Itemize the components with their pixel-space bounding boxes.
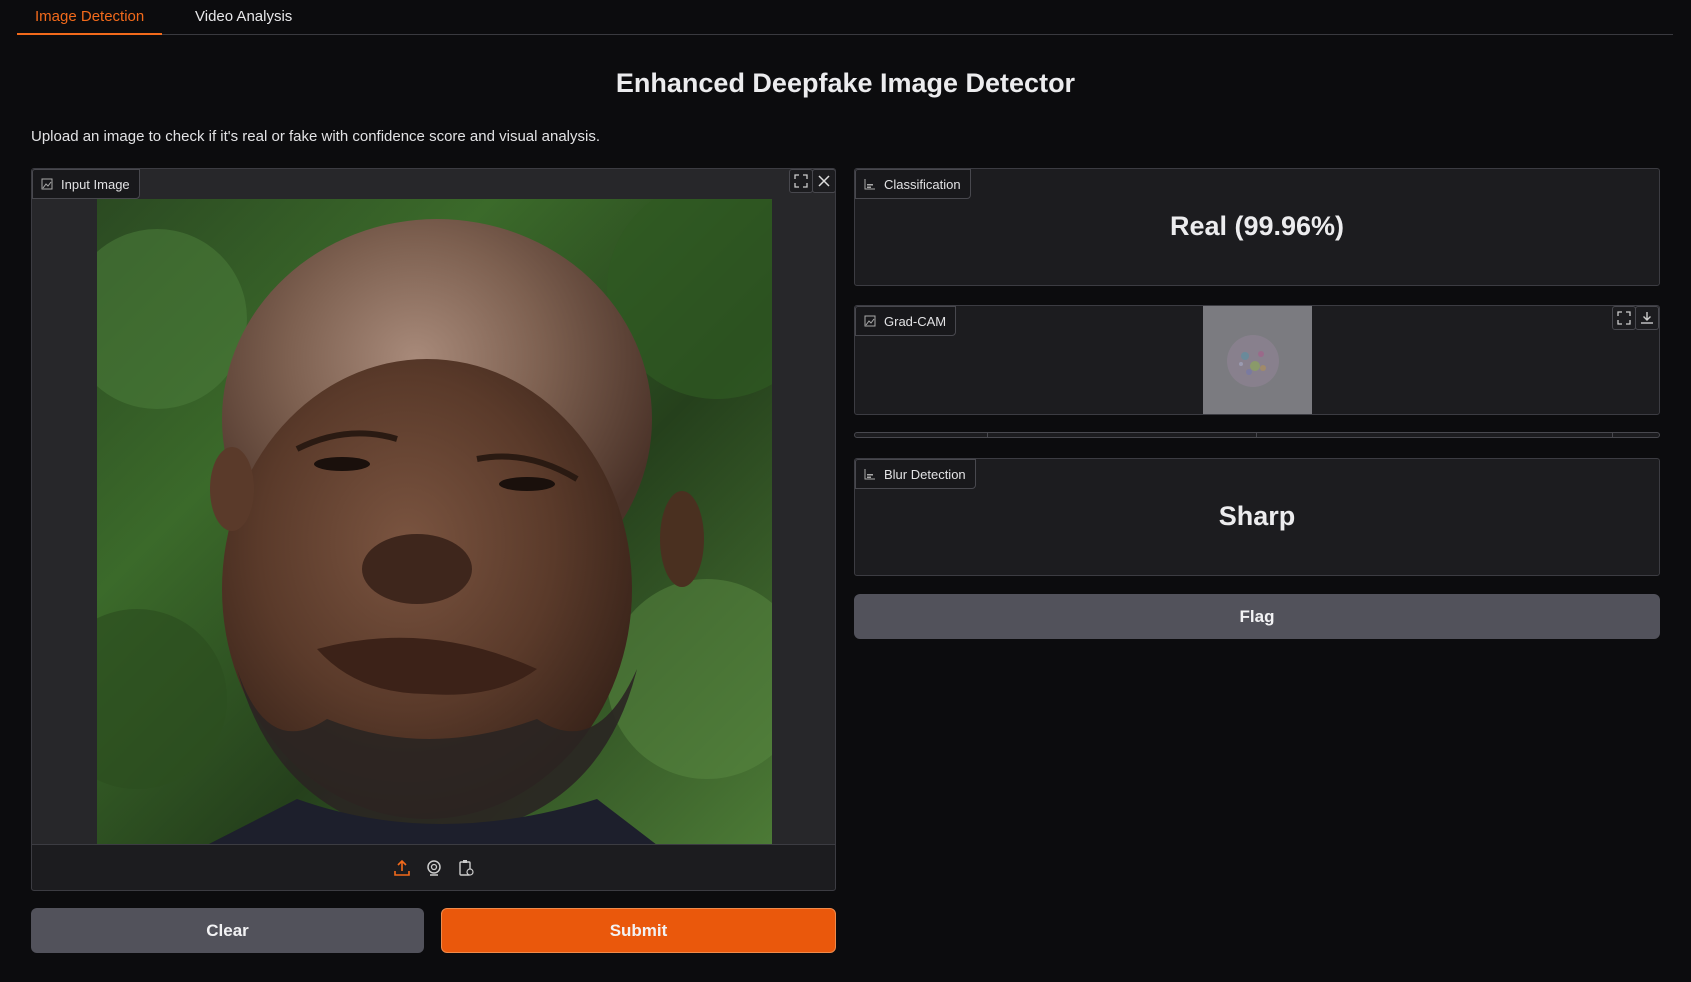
close-icon[interactable]	[812, 169, 835, 193]
bar-chart-icon	[864, 468, 876, 480]
gradcam-label: Grad-CAM	[855, 306, 957, 336]
uploaded-photo	[47, 179, 827, 844]
bar-chart-icon	[864, 178, 876, 190]
portrait-photo	[47, 179, 827, 844]
progress-divider	[1612, 433, 1613, 437]
tab-image-detection[interactable]: Image Detection	[17, 0, 163, 35]
fullscreen-icon[interactable]	[789, 169, 813, 193]
submit-button[interactable]: Submit	[441, 908, 836, 953]
image-icon	[41, 178, 53, 190]
blur-detection-panel: Blur Detection Sharp	[854, 458, 1660, 576]
clipboard-icon[interactable]	[456, 858, 476, 878]
clear-button[interactable]: Clear	[31, 908, 424, 953]
progress-divider	[987, 433, 988, 437]
input-image-panel[interactable]: Input Image	[31, 168, 836, 891]
blur-detection-label: Blur Detection	[855, 459, 976, 489]
tab-video-analysis[interactable]: Video Analysis	[177, 0, 310, 35]
input-image-label: Input Image	[32, 169, 140, 199]
gradcam-label-text: Grad-CAM	[884, 313, 947, 329]
classification-result: Real (99.96%)	[1169, 211, 1345, 241]
classification-label-text: Classification	[884, 176, 961, 192]
upload-icon[interactable]	[392, 858, 412, 878]
flag-button[interactable]: Flag	[854, 594, 1660, 639]
page-description: Upload an image to check if it's real or…	[31, 128, 600, 145]
fullscreen-icon[interactable]	[1612, 306, 1636, 330]
progress-track	[854, 432, 1660, 438]
gradcam-heatmap	[1203, 306, 1312, 414]
progress-divider	[1256, 433, 1257, 437]
blur-detection-result: Sharp	[1218, 501, 1296, 531]
classification-label: Classification	[855, 169, 971, 199]
classification-panel: Classification Real (99.96%)	[854, 168, 1660, 286]
page-title: Enhanced Deepfake Image Detector	[615, 68, 1076, 98]
webcam-icon[interactable]	[424, 858, 444, 878]
tab-bar: Image Detection Video Analysis	[17, 0, 1673, 35]
blur-detection-label-text: Blur Detection	[884, 466, 966, 482]
image-icon	[864, 315, 876, 327]
gradcam-panel: Grad-CAM	[854, 305, 1660, 415]
download-icon[interactable]	[1635, 306, 1659, 330]
image-preview-area[interactable]: Input Image	[32, 169, 835, 845]
input-image-label-text: Input Image	[61, 176, 130, 192]
image-source-bar	[32, 845, 835, 890]
